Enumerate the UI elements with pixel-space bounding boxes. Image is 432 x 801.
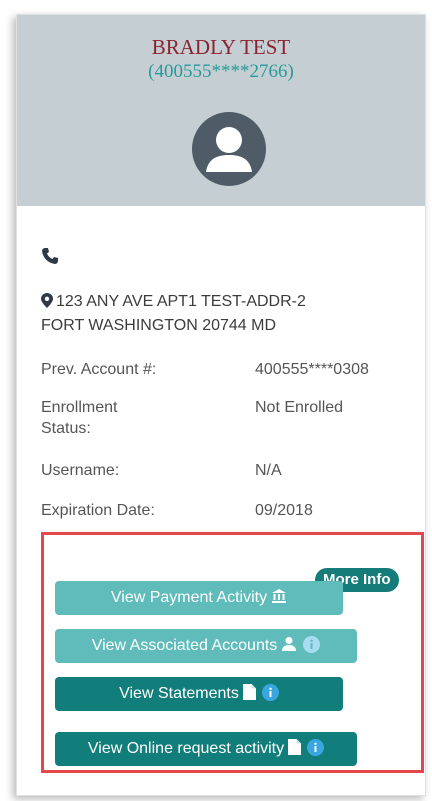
user-icon (282, 637, 297, 651)
document-icon (242, 684, 256, 700)
view-associated-accounts-button[interactable]: View Associated Accounts (55, 629, 357, 663)
username-value: N/A (255, 462, 282, 479)
address-line-1: 123 ANY AVE APT1 TEST-ADDR-2 (56, 293, 306, 310)
expiration-date-value: 09/2018 (255, 502, 313, 519)
avatar-icon (192, 112, 266, 186)
view-statements-label: View Statements (119, 685, 239, 702)
account-card: BRADLY TEST (400555****2766) 123 ANY AVE… (16, 14, 426, 796)
map-pin-icon (41, 293, 53, 308)
view-associated-accounts-label: View Associated Accounts (91, 637, 278, 654)
view-online-request-activity-label: View Online request activity (87, 740, 285, 757)
username-label: Username: (41, 462, 120, 479)
expiration-date-label: Expiration Date: (41, 502, 155, 519)
address: 123 ANY AVE APT1 TEST-ADDR-2 FORT WASHIN… (41, 290, 401, 338)
enrollment-status-value: Not Enrolled (255, 399, 344, 416)
info-icon[interactable] (303, 636, 321, 653)
view-statements-button[interactable]: View Statements (55, 677, 343, 711)
document-icon (288, 739, 302, 755)
address-line-2: FORT WASHINGTON 20744 MD (41, 317, 277, 334)
phone-icon[interactable] (41, 247, 59, 265)
info-icon[interactable] (261, 684, 279, 701)
enrollment-status-label: Enrollment Status: (41, 399, 118, 437)
card-header: BRADLY TEST (400555****2766) (17, 15, 425, 206)
view-payment-activity-button[interactable]: View Payment Activity (55, 581, 343, 615)
view-online-request-activity-button[interactable]: View Online request activity (55, 732, 357, 766)
bank-icon (272, 589, 287, 603)
prev-account-value: 400555****0308 (255, 361, 369, 378)
view-payment-activity-label: View Payment Activity (110, 589, 268, 606)
prev-account-label: Prev. Account #: (41, 361, 157, 378)
account-holder-name: BRADLY TEST (151, 35, 291, 59)
account-number: (400555****2766) (148, 61, 294, 82)
info-icon[interactable] (307, 739, 325, 756)
